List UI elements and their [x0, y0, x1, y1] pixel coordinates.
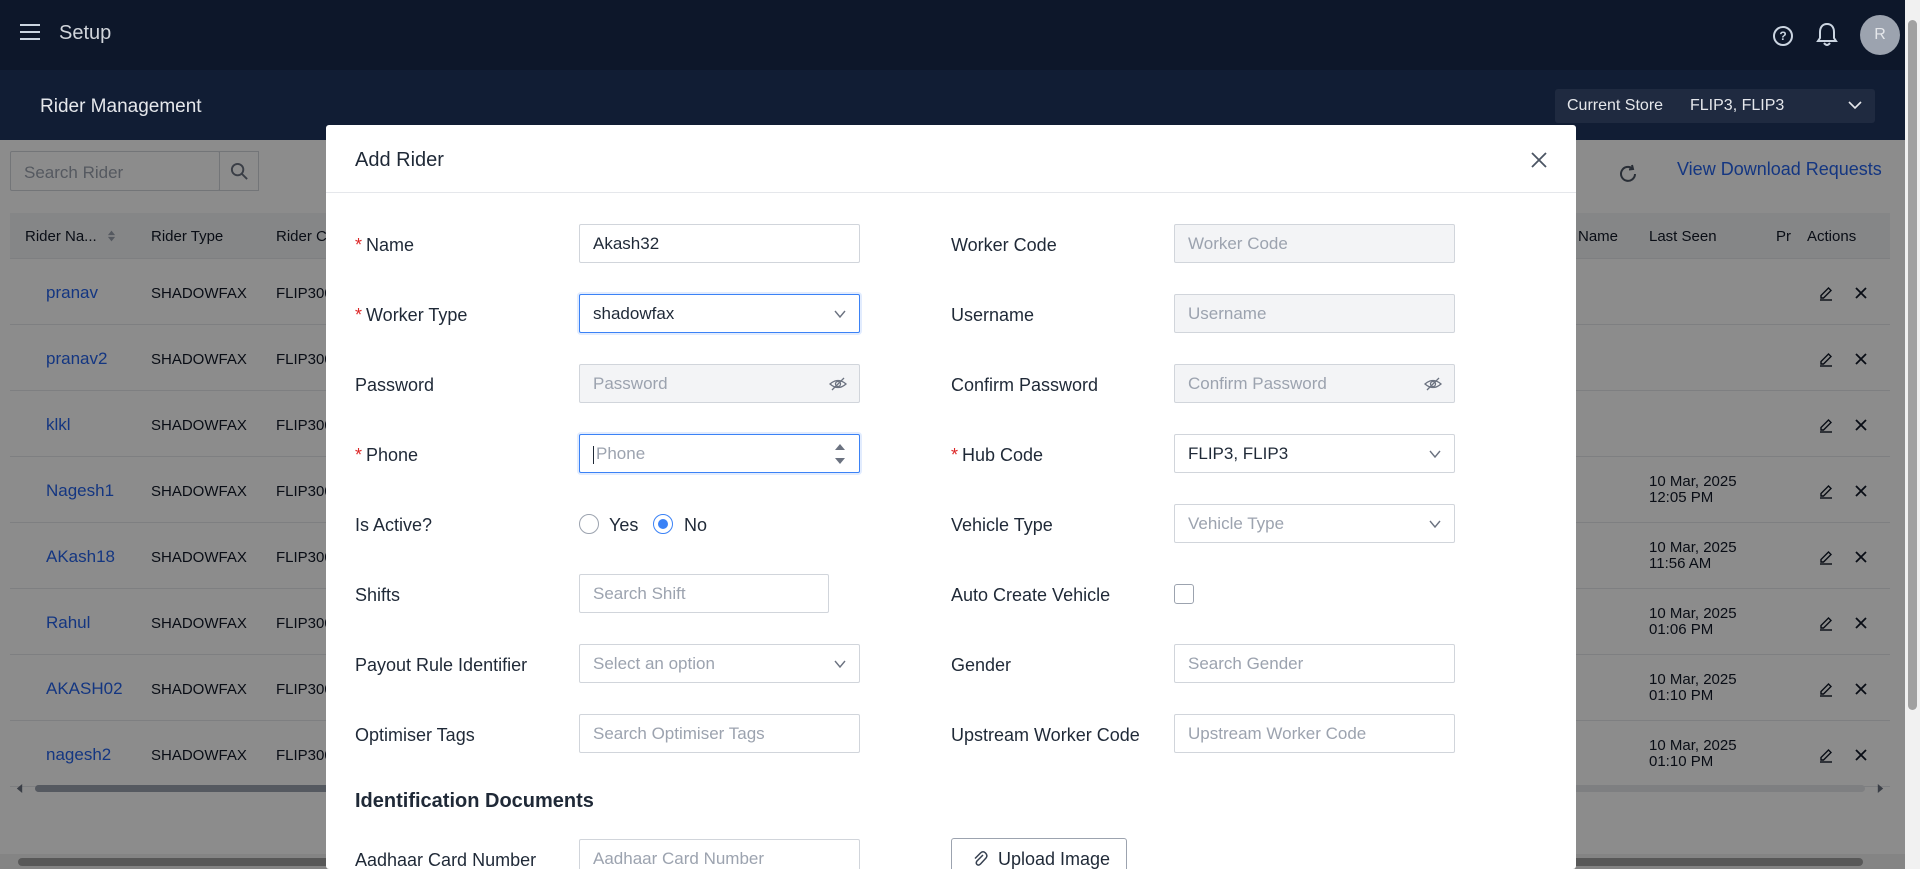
vehicle-type-label: Vehicle Type [951, 515, 1053, 535]
username-field[interactable]: Username [1174, 294, 1455, 333]
phone-label: * Phone [355, 445, 419, 465]
eye-hidden-icon[interactable] [1424, 375, 1442, 393]
modal-title: Add Rider [355, 149, 444, 171]
number-stepper-icon[interactable] [833, 440, 847, 468]
aadhaar-field[interactable]: Aadhaar Card Number [579, 839, 860, 869]
auto-create-vehicle-label: Auto Create Vehicle [951, 585, 1111, 605]
payout-rule-label: Payout Rule Identifier [355, 655, 528, 675]
avatar[interactable]: R [1860, 15, 1900, 55]
gender-label: Gender [951, 655, 1012, 675]
optimiser-tags-field[interactable]: Search Optimiser Tags [579, 714, 860, 753]
optimiser-tags-label: Optimiser Tags [355, 725, 475, 745]
add-rider-modal: Add Rider * Name Akash32 Worker Code Work… [326, 125, 1576, 869]
is-active-label: Is Active? [355, 515, 433, 535]
vehicle-type-select[interactable]: Vehicle Type [1174, 504, 1455, 543]
chevron-down-icon [834, 660, 846, 669]
confirm-password-field[interactable]: Confirm Password [1174, 364, 1455, 403]
hamburger-menu-icon[interactable] [20, 24, 40, 44]
upstream-worker-code-label: Upstream Worker Code [951, 725, 1140, 745]
shifts-field[interactable]: Search Shift [579, 574, 829, 613]
payout-rule-select[interactable]: Select an option [579, 644, 860, 683]
username-label: Username [951, 305, 1035, 325]
is-active-no-radio[interactable] [653, 514, 673, 534]
worker-code-field[interactable]: Worker Code [1174, 224, 1455, 263]
worker-type-select[interactable]: shadowfax [579, 294, 860, 333]
shifts-label: Shifts [355, 585, 401, 605]
paperclip-icon [974, 851, 988, 866]
worker-type-label: * Worker Type [355, 305, 468, 325]
password-label: Password [355, 375, 435, 395]
confirm-password-label: Confirm Password [951, 375, 1099, 395]
identification-documents-heading: Identification Documents [355, 790, 594, 812]
upstream-worker-code-field[interactable]: Upstream Worker Code [1174, 714, 1455, 753]
eye-hidden-icon[interactable] [829, 375, 847, 393]
yes-label[interactable]: Yes [609, 515, 638, 536]
phone-field[interactable]: Phone [579, 434, 860, 473]
no-label[interactable]: No [684, 515, 707, 536]
store-value: FLIP3, FLIP3 [1690, 97, 1785, 114]
chevron-down-icon [834, 310, 846, 319]
chevron-down-icon [1429, 520, 1441, 529]
aadhaar-label: Aadhaar Card Number [355, 850, 537, 869]
gender-field[interactable]: Search Gender [1174, 644, 1455, 683]
text-caret [593, 445, 594, 464]
app-title: Setup [59, 22, 112, 44]
hub-code-select[interactable]: FLIP3, FLIP3 [1174, 434, 1455, 473]
chevron-down-icon [1429, 450, 1441, 459]
current-store-select[interactable]: Current Store FLIP3, FLIP3 [1555, 89, 1875, 123]
is-active-yes-radio[interactable] [579, 514, 599, 534]
upload-image-button[interactable]: Upload Image [951, 838, 1127, 869]
modal-header: Add Rider [326, 125, 1576, 193]
bell-icon[interactable] [1815, 22, 1839, 48]
help-icon[interactable]: ? [1773, 26, 1793, 46]
store-label: Current Store [1567, 97, 1664, 114]
top-bar: Setup ? R [0, 0, 1920, 70]
scroll-thumb[interactable] [1908, 20, 1917, 710]
auto-create-vehicle-checkbox[interactable] [1174, 584, 1194, 604]
page-vertical-scrollbar[interactable] [1905, 0, 1920, 869]
hub-code-label: * Hub Code [951, 445, 1044, 465]
close-icon[interactable] [1529, 150, 1549, 170]
password-field[interactable]: Password [579, 364, 860, 403]
page-title: Rider Management [40, 96, 202, 117]
name-field[interactable]: Akash32 [579, 224, 860, 263]
chevron-down-icon [1848, 101, 1862, 110]
worker-code-label: Worker Code [951, 235, 1057, 255]
name-label: * Name [355, 235, 415, 255]
